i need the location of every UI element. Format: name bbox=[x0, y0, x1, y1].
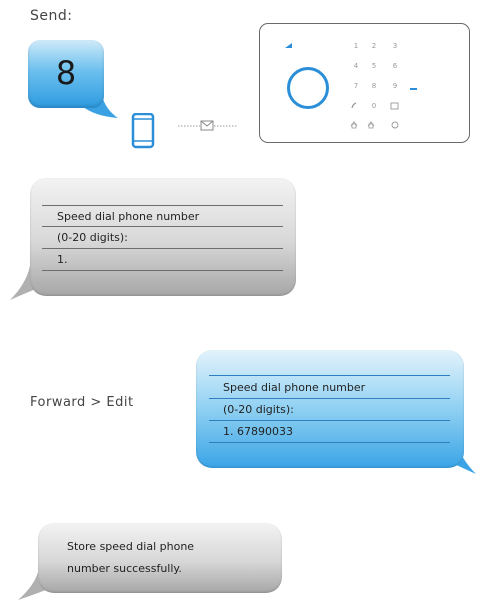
panel-indicator-icon bbox=[285, 43, 292, 48]
menu-key-icon bbox=[390, 102, 399, 110]
prompt-line-3: 1. bbox=[57, 253, 68, 266]
bubble-rule bbox=[209, 442, 450, 443]
keypad-key: 1 bbox=[353, 42, 359, 50]
disarm-key-icon bbox=[391, 121, 399, 129]
keypad-key: 8 bbox=[371, 82, 377, 90]
bubble-rule bbox=[209, 398, 450, 399]
keypad-key: 2 bbox=[371, 42, 377, 50]
bubble-rule bbox=[42, 205, 283, 206]
confirm-bubble bbox=[38, 523, 282, 593]
edited-line-3: 1. 67890033 bbox=[223, 425, 293, 438]
panel-led-icon bbox=[410, 88, 417, 90]
prompt-line-2: (0-20 digits): bbox=[57, 231, 128, 244]
smartphone-icon bbox=[131, 113, 155, 149]
edited-line-2: (0-20 digits): bbox=[223, 403, 294, 416]
bubble-rule bbox=[42, 226, 283, 227]
sms-key-digit: 8 bbox=[55, 54, 77, 92]
keypad-key: 6 bbox=[392, 62, 398, 70]
keypad-key: 5 bbox=[371, 62, 377, 70]
home-key-icon bbox=[350, 121, 358, 129]
panel-ring-icon bbox=[287, 67, 329, 109]
forward-edit-label: Forward > Edit bbox=[30, 395, 134, 410]
bubble-rule bbox=[42, 270, 283, 271]
keypad-key: 9 bbox=[392, 82, 398, 90]
keypad-key: 7 bbox=[353, 82, 359, 90]
prompt-line-1: Speed dial phone number bbox=[57, 210, 200, 223]
keypad-key: 3 bbox=[392, 42, 398, 50]
keypad-key: 4 bbox=[353, 62, 359, 70]
confirm-line-1: Store speed dial phone bbox=[67, 540, 195, 553]
confirm-line-2: number successfully. bbox=[67, 562, 182, 575]
sms-connector bbox=[178, 120, 238, 131]
edited-line-1: Speed dial phone number bbox=[223, 381, 366, 394]
away-key-icon bbox=[367, 121, 375, 129]
bubble-rule bbox=[209, 420, 450, 421]
keypad-symbols bbox=[350, 102, 399, 129]
send-label: Send: bbox=[30, 8, 73, 24]
envelope-icon bbox=[200, 120, 214, 131]
bubble-rule bbox=[209, 375, 450, 376]
phone-key-icon bbox=[351, 102, 357, 109]
bubble-rule bbox=[42, 248, 283, 249]
